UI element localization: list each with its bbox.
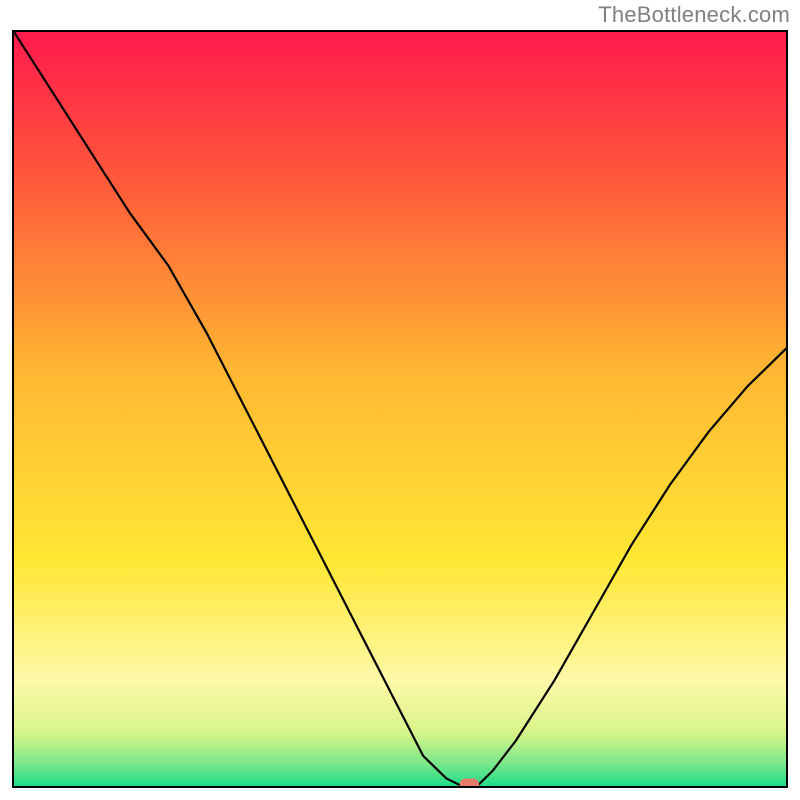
watermark-text: TheBottleneck.com — [598, 2, 790, 28]
gradient-background — [14, 32, 786, 786]
bottleneck-chart — [14, 32, 786, 786]
optimal-marker — [460, 778, 479, 786]
chart-frame — [12, 30, 788, 788]
